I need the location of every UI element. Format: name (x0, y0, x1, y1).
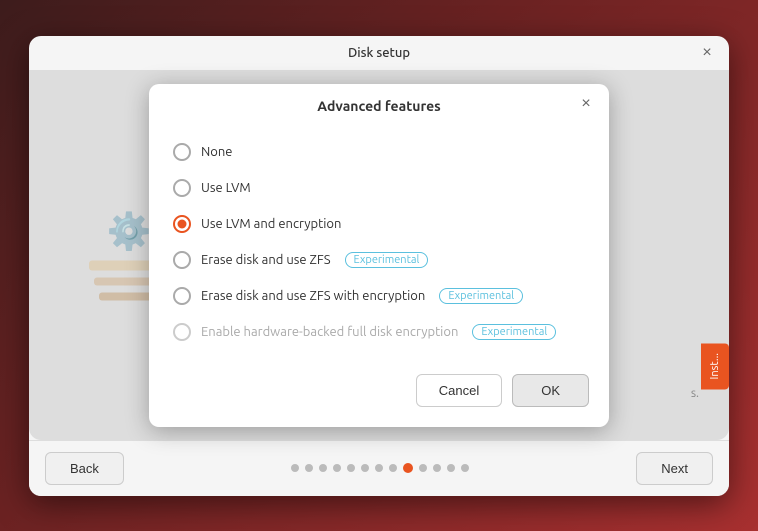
label-zfs-encryption: Erase disk and use ZFS with encryption (201, 289, 425, 303)
main-window-close-button[interactable]: × (697, 43, 717, 63)
dot-4 (333, 464, 341, 472)
background: Disk setup × ⚙️ Inst... s. (0, 0, 758, 531)
dot-3 (319, 464, 327, 472)
dot-13 (461, 464, 469, 472)
main-window-titlebar: Disk setup × (29, 36, 729, 71)
modal-close-button[interactable]: × (575, 93, 597, 115)
option-lvm: Use LVM (173, 170, 585, 206)
dot-10 (419, 464, 427, 472)
label-hardware-encryption: Enable hardware-backed full disk encrypt… (201, 325, 458, 339)
modal-titlebar: Advanced features × (149, 84, 609, 124)
option-none: None (173, 134, 585, 170)
option-lvm-encryption: Use LVM and encryption (173, 206, 585, 242)
dot-1 (291, 464, 299, 472)
label-zfs: Erase disk and use ZFS (201, 253, 331, 267)
dot-9 (403, 463, 413, 473)
radio-hardware-encryption (173, 323, 191, 341)
radio-zfs-encryption[interactable] (173, 287, 191, 305)
label-none: None (201, 145, 233, 159)
dot-5 (347, 464, 355, 472)
ok-button[interactable]: OK (512, 374, 589, 407)
modal-body: None Use LVM Use LVM and encryption (149, 124, 609, 366)
badge-hardware-encryption: Experimental (472, 324, 556, 340)
modal-title: Advanced features (317, 98, 441, 114)
option-zfs-encryption: Erase disk and use ZFS with encryption E… (173, 278, 585, 314)
badge-zfs: Experimental (345, 252, 429, 268)
dot-7 (375, 464, 383, 472)
dot-12 (447, 464, 455, 472)
main-window-title: Disk setup (348, 46, 410, 60)
cancel-button[interactable]: Cancel (416, 374, 502, 407)
radio-zfs[interactable] (173, 251, 191, 269)
radio-lvm-encryption[interactable] (173, 215, 191, 233)
main-window: Disk setup × ⚙️ Inst... s. (29, 36, 729, 496)
modal-overlay: Advanced features × None Use LVM (29, 71, 729, 440)
advanced-features-dialog: Advanced features × None Use LVM (149, 84, 609, 427)
main-content-area: ⚙️ Inst... s. Advanced features (29, 71, 729, 440)
dot-2 (305, 464, 313, 472)
progress-dots (291, 463, 469, 473)
back-button[interactable]: Back (45, 452, 124, 485)
radio-none[interactable] (173, 143, 191, 161)
radio-lvm[interactable] (173, 179, 191, 197)
option-zfs: Erase disk and use ZFS Experimental (173, 242, 585, 278)
dot-6 (361, 464, 369, 472)
bottom-bar: Back Next (29, 440, 729, 496)
dot-11 (433, 464, 441, 472)
option-hardware-encryption: Enable hardware-backed full disk encrypt… (173, 314, 585, 350)
badge-zfs-encryption: Experimental (439, 288, 523, 304)
dot-8 (389, 464, 397, 472)
modal-footer: Cancel OK (149, 366, 609, 427)
label-lvm: Use LVM (201, 181, 251, 195)
label-lvm-encryption: Use LVM and encryption (201, 217, 341, 231)
next-button[interactable]: Next (636, 452, 713, 485)
